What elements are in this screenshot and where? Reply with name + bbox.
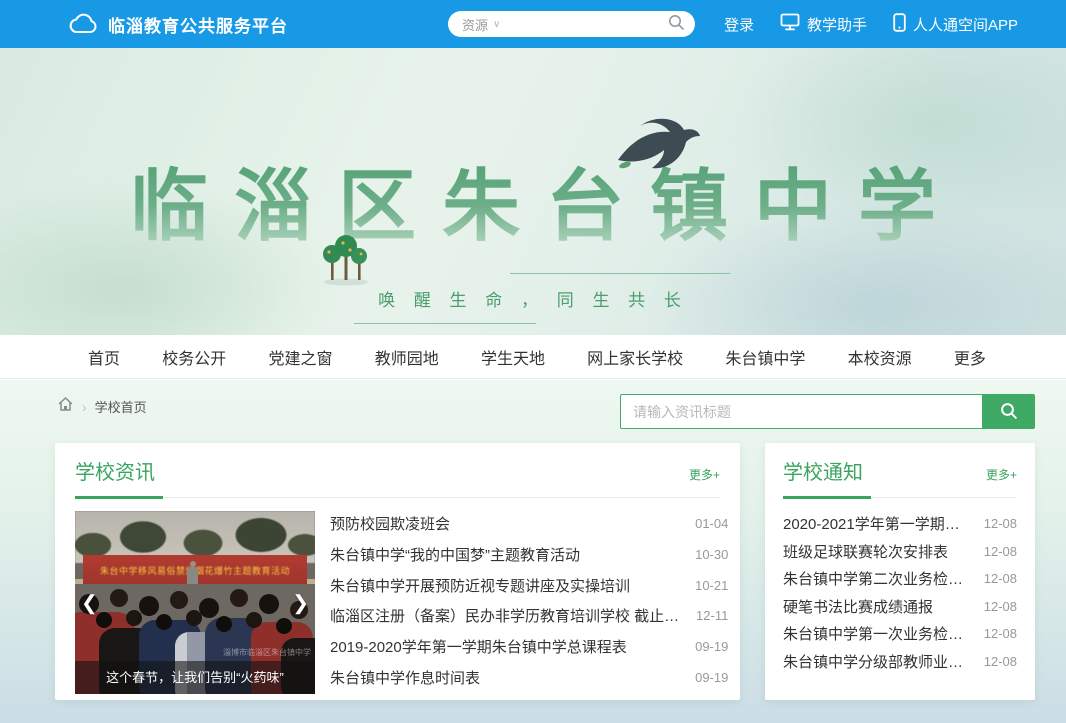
login-label: 登录 <box>724 14 754 35</box>
nav-item-teacher-garden[interactable]: 教师园地 <box>375 345 439 369</box>
notice-item-title: 硬笔书法比赛成绩通报 <box>783 596 933 617</box>
carousel-caption: 这个春节，让我们告别“火药味” <box>75 661 315 694</box>
login-link[interactable]: 登录 <box>724 14 754 35</box>
school-slogan: 唤 醒 生 命 ， 同 生 共 长 <box>378 286 688 311</box>
teaching-assistant-link[interactable]: 教学助手 <box>780 13 867 35</box>
article-search-input[interactable] <box>620 394 982 429</box>
search-icon[interactable] <box>667 13 685 36</box>
notice-item[interactable]: 朱台镇中学第一次业务检查的 12-08 <box>783 623 1017 644</box>
nav-item-party-building[interactable]: 党建之窗 <box>268 345 332 369</box>
top-bar: 临淄教育公共服务平台 资源 ∨ 登录 <box>0 0 1066 48</box>
photo-watermark: 淄博市临淄区朱台镇中学 <box>223 647 311 658</box>
notice-item[interactable]: 2020-2021学年第一学期足球 12-08 <box>783 513 1017 534</box>
swallow-bird-icon <box>612 116 704 179</box>
school-notices-panel: 学校通知 更多+ 2020-2021学年第一学期足球 12-08 班级足球联赛轮… <box>765 443 1035 700</box>
carousel-next-arrow[interactable]: ❯ <box>292 590 309 615</box>
school-name-title: 临淄区朱台镇中学 <box>0 144 1066 256</box>
news-item-title: 临淄区注册（备案）民办非学历教育培训学校 截止2019 <box>330 605 684 626</box>
news-item[interactable]: 朱台镇中学作息时间表 09-19 <box>330 667 728 688</box>
nav-item-online-parent-school[interactable]: 网上家长学校 <box>587 345 683 369</box>
nav-item-home[interactable]: 首页 <box>88 345 120 369</box>
news-item-date: 10-30 <box>695 547 728 562</box>
cloud-icon <box>68 13 98 35</box>
news-item-date: 10-21 <box>695 578 728 593</box>
breadcrumb-current: 学校首页 <box>95 397 147 416</box>
news-item-title: 预防校园欺凌班会 <box>330 513 450 534</box>
home-icon[interactable] <box>57 396 74 417</box>
content-area: › 学校首页 学校资讯 更多+ <box>0 380 1066 723</box>
notice-item-date: 12-08 <box>984 544 1017 559</box>
notice-item-title: 班级足球联赛轮次安排表 <box>783 541 948 562</box>
news-item[interactable]: 2019-2020学年第一学期朱台镇中学总课程表 09-19 <box>330 636 728 657</box>
notice-item[interactable]: 班级足球联赛轮次安排表 12-08 <box>783 541 1017 562</box>
breadcrumb: › 学校首页 <box>57 396 147 417</box>
search-icon <box>999 401 1018 423</box>
news-more-link[interactable]: 更多+ <box>689 466 720 485</box>
main-nav: 首页 校务公开 党建之窗 教师园地 学生天地 网上家长学校 朱台镇中学 本校资源… <box>0 335 1066 379</box>
news-item[interactable]: 临淄区注册（备案）民办非学历教育培训学校 截止2019 12-11 <box>330 605 728 626</box>
nav-item-student-world[interactable]: 学生天地 <box>481 345 545 369</box>
renrentong-app-label: 人人通空间APP <box>913 14 1018 35</box>
news-list: 预防校园欺凌班会 01-04 朱台镇中学“我的中国梦”主题教育活动 10-30 … <box>330 511 728 694</box>
notice-item-date: 12-08 <box>984 654 1017 669</box>
notice-item-title: 朱台镇中学第二次业务检查的 <box>783 568 972 589</box>
nav-item-school-affairs[interactable]: 校务公开 <box>162 345 226 369</box>
hero-banner: 临淄区朱台镇中学 <box>0 48 1066 335</box>
news-item-title: 朱台镇中学作息时间表 <box>330 667 480 688</box>
notice-item-title: 朱台镇中学分级部教师业务展 <box>783 651 972 672</box>
notices-panel-title: 学校通知 <box>783 456 863 485</box>
news-item-date: 12-11 <box>696 608 728 623</box>
school-news-panel: 学校资讯 更多+ 朱台中学移风易俗禁燃烟花爆竹主题教育活动 <box>55 443 740 700</box>
nav-item-zhutai-middle-school[interactable]: 朱台镇中学 <box>725 345 805 369</box>
phone-icon <box>893 13 906 36</box>
notice-item-date: 12-08 <box>984 516 1017 531</box>
renrentong-app-link[interactable]: 人人通空间APP <box>893 13 1018 36</box>
notice-item-title: 2020-2021学年第一学期足球 <box>783 513 972 534</box>
notice-item-date: 12-08 <box>984 571 1017 586</box>
notices-list: 2020-2021学年第一学期足球 12-08 班级足球联赛轮次安排表 12-0… <box>783 499 1017 682</box>
news-item-date: 09-19 <box>695 639 728 654</box>
notice-item[interactable]: 朱台镇中学第二次业务检查的 12-08 <box>783 568 1017 589</box>
teaching-assistant-label: 教学助手 <box>807 14 867 35</box>
news-item-title: 2019-2020学年第一学期朱台镇中学总课程表 <box>330 636 627 657</box>
trees-illustration <box>320 232 372 291</box>
platform-logo-link[interactable]: 临淄教育公共服务平台 <box>68 12 288 37</box>
news-panel-title: 学校资讯 <box>75 456 155 485</box>
news-item-title: 朱台镇中学开展预防近视专题讲座及实操培训 <box>330 575 630 596</box>
breadcrumb-separator: › <box>82 399 87 415</box>
platform-title: 临淄教育公共服务平台 <box>108 12 288 37</box>
news-item-title: 朱台镇中学“我的中国梦”主题教育活动 <box>330 544 580 565</box>
divider <box>783 496 1017 499</box>
slogan-text: 唤 醒 生 命 ， 同 生 共 长 <box>378 291 688 310</box>
notice-item-date: 12-08 <box>984 599 1017 614</box>
nav-item-school-resources[interactable]: 本校资源 <box>848 345 912 369</box>
search-category-dropdown[interactable]: 资源 <box>462 15 488 34</box>
notice-item[interactable]: 朱台镇中学分级部教师业务展 12-08 <box>783 651 1017 672</box>
news-item-date: 01-04 <box>695 516 728 531</box>
top-search-box[interactable]: 资源 ∨ <box>448 11 695 37</box>
top-bar-links: 登录 教学助手 人人通 <box>724 0 1018 48</box>
page: 临淄教育公共服务平台 资源 ∨ 登录 <box>0 0 1066 723</box>
carousel-photo[interactable]: 朱台中学移风易俗禁燃烟花爆竹主题教育活动 <box>75 511 315 694</box>
slogan-line <box>354 323 536 324</box>
news-item[interactable]: 朱台镇中学开展预防近视专题讲座及实操培训 10-21 <box>330 575 728 596</box>
notices-more-link[interactable]: 更多+ <box>986 466 1017 485</box>
carousel-prev-arrow[interactable]: ❮ <box>81 590 98 615</box>
notice-item-date: 12-08 <box>984 626 1017 641</box>
article-search <box>620 394 1035 429</box>
news-item[interactable]: 预防校园欺凌班会 01-04 <box>330 513 728 534</box>
monitor-icon <box>780 13 800 35</box>
notice-item-title: 朱台镇中学第一次业务检查的 <box>783 623 972 644</box>
chevron-down-icon: ∨ <box>493 19 500 30</box>
news-item-date: 09-19 <box>695 670 728 685</box>
notice-item[interactable]: 硬笔书法比赛成绩通报 12-08 <box>783 596 1017 617</box>
news-item[interactable]: 朱台镇中学“我的中国梦”主题教育活动 10-30 <box>330 544 728 565</box>
divider <box>75 496 720 499</box>
slogan-line <box>510 273 730 274</box>
nav-item-more[interactable]: 更多 <box>954 345 986 369</box>
article-search-button[interactable] <box>982 394 1035 429</box>
